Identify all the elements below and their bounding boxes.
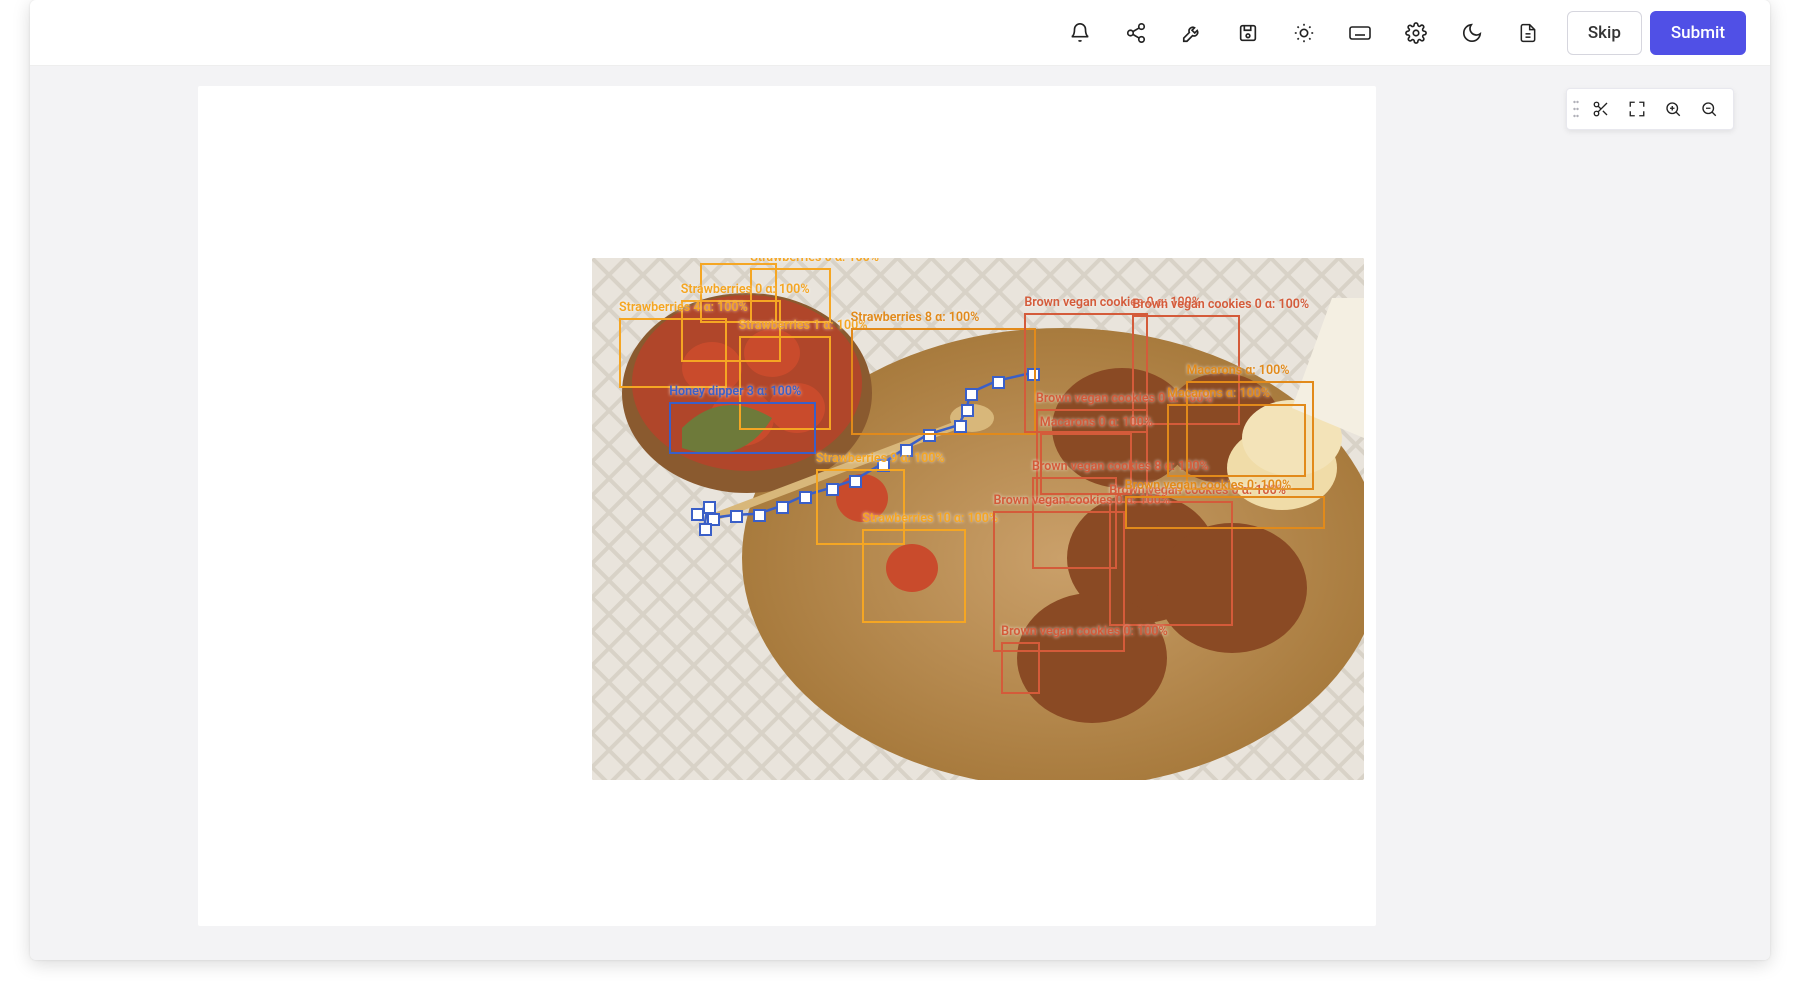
dark-mode-icon[interactable] (1447, 8, 1497, 58)
bounding-box-label: Strawberries 0 α: 100% (681, 284, 810, 297)
zoom-in-icon[interactable] (1657, 93, 1689, 125)
fullscreen-icon[interactable] (1621, 93, 1653, 125)
bounding-box-label: Macarons α: 100% (1186, 365, 1289, 378)
share-icon[interactable] (1111, 8, 1161, 58)
bounding-box[interactable]: Macarons 0 α: 100% (1040, 433, 1133, 496)
skip-button[interactable]: Skip (1567, 11, 1642, 55)
bounding-box-label: Strawberries 0 α: 100% (750, 258, 879, 265)
bounding-box-label: Macarons 0 α: 100% (1040, 417, 1153, 430)
bounding-box-label: Strawberries 9 α: 100% (816, 453, 945, 466)
bounding-box-label: Brown vegan cookies 0 α: 100% (1132, 299, 1309, 312)
bounding-box[interactable]: Honey dipper 3 α: 100% (669, 402, 816, 454)
bounding-box-label: Strawberries 1 α: 100% (739, 320, 868, 333)
image-stage: Strawberries 3 α: 100%Strawberries 0 α: … (198, 86, 1376, 960)
bounding-box-label: Honey dipper 3 α: 100% (669, 386, 801, 399)
notifications-icon[interactable] (1055, 8, 1105, 58)
zoom-out-icon[interactable] (1693, 93, 1725, 125)
canvas-toolbox (1566, 88, 1734, 130)
bounding-box[interactable]: Strawberries 4 α: 100% (619, 318, 727, 388)
bounding-box[interactable]: Macarons α: 100% (1167, 404, 1306, 477)
bounding-box-label: Strawberries 10 α: 100% (862, 513, 998, 526)
bounding-box-label: Strawberries 4 α: 100% (619, 302, 748, 315)
brightness-icon[interactable] (1279, 8, 1329, 58)
top-toolbar: Skip Submit (30, 0, 1770, 66)
submit-button[interactable]: Submit (1650, 11, 1746, 55)
workspace: Strawberries 3 α: 100%Strawberries 0 α: … (30, 66, 1770, 960)
bounding-box[interactable]: Strawberries 10 α: 100% (862, 529, 966, 623)
bounding-box[interactable]: Brown vegan cookies 0: 100% (1125, 496, 1326, 530)
settings-icon[interactable] (1391, 8, 1441, 58)
document-icon[interactable] (1503, 8, 1553, 58)
keyboard-icon[interactable] (1335, 8, 1385, 58)
bounding-box-label: Strawberries 8 α: 100% (851, 312, 980, 325)
bounding-box-label: Brown vegan cookies 0: 100% (1001, 626, 1168, 639)
wrench-icon[interactable] (1167, 8, 1217, 58)
bounding-box-label: Brown vegan cookies 0: 100% (1125, 480, 1292, 493)
save-icon[interactable] (1223, 8, 1273, 58)
app-card: Skip Submit (30, 0, 1770, 960)
drag-handle-icon[interactable] (1569, 95, 1583, 123)
scissors-icon[interactable] (1585, 93, 1617, 125)
annotated-image[interactable]: Strawberries 3 α: 100%Strawberries 0 α: … (592, 258, 1364, 780)
bounding-box-label: Macarons α: 100% (1167, 388, 1270, 401)
bounding-box[interactable]: Strawberries 8 α: 100% (851, 328, 1036, 435)
bounding-box[interactable]: Brown vegan cookies 0: 100% (1001, 642, 1040, 694)
